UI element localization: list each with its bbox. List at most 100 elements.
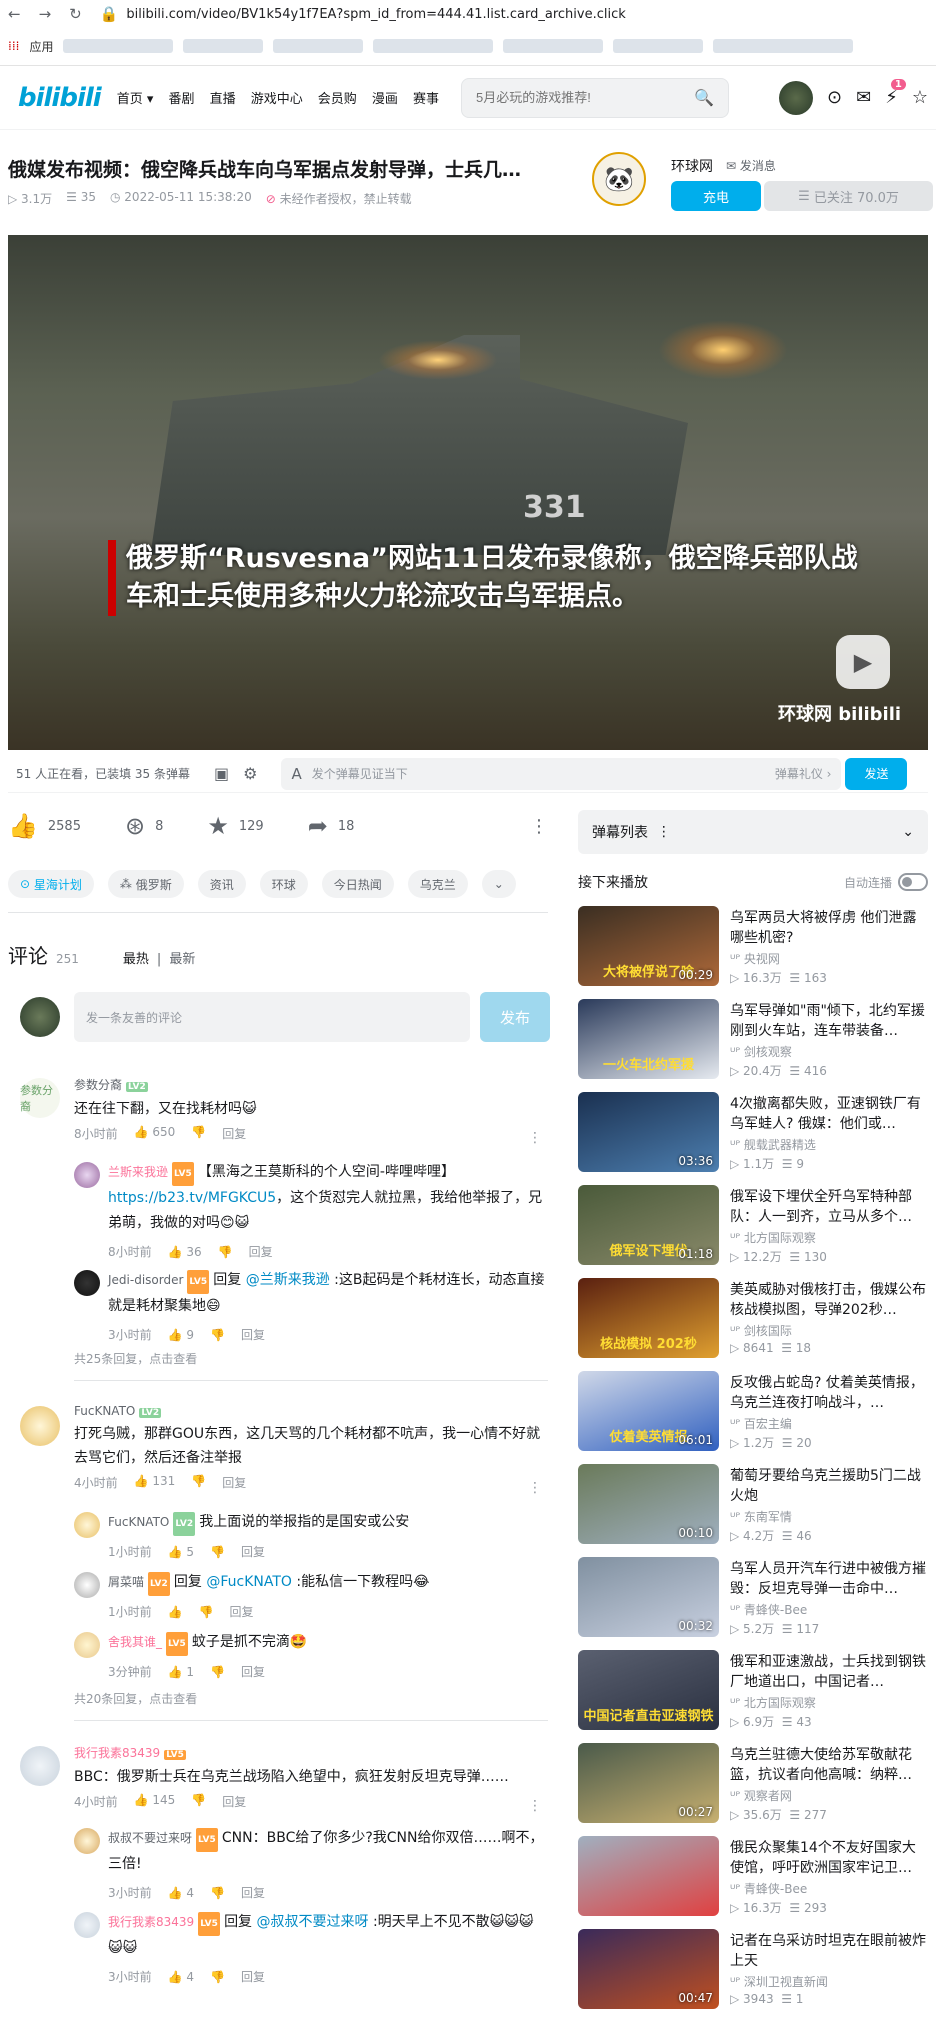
dislike-icon[interactable]: 👎 bbox=[218, 1240, 233, 1264]
mention-link[interactable]: @FucKNATO bbox=[206, 1574, 292, 1590]
bilibili-logo[interactable]: bilibili bbox=[18, 83, 102, 113]
comment-username[interactable]: 参数分裔 LV2 bbox=[74, 1076, 257, 1093]
danmaku-input[interactable]: 发个弹幕见证当下 bbox=[312, 765, 408, 782]
more-icon[interactable]: ⋮ bbox=[530, 816, 548, 837]
recommended-title[interactable]: 葡萄牙要给乌克兰援助5门二战火炮 bbox=[730, 1466, 926, 1506]
apps-label[interactable]: 应用 bbox=[29, 38, 53, 55]
recommended-video[interactable]: 00:32 乌军人员开汽车行进中被俄方摧毁：反坦克导弹一击命中… ᵁᴾ 青蜂侠-… bbox=[578, 1557, 928, 1639]
recommended-video[interactable]: 一火车北约军援 乌军导弹如"雨"倾下，北约军援刚到火车站，连车带装备… ᵁᴾ 剑… bbox=[578, 999, 928, 1081]
dislike-icon[interactable]: 👎 bbox=[191, 1474, 206, 1491]
reply-avatar[interactable] bbox=[74, 1162, 100, 1188]
uploader-avatar[interactable]: 🐼 bbox=[592, 152, 646, 206]
tag-item[interactable]: 资讯 bbox=[197, 870, 246, 898]
dynamic-icon[interactable]: ⚡ 1 bbox=[885, 79, 906, 108]
recommended-title[interactable]: 反攻俄占蛇岛? 仗着美英情报，乌克兰连夜打响战斗，… bbox=[730, 1373, 926, 1413]
recommended-uploader[interactable]: ᵁᴾ 剑核国际 bbox=[730, 1322, 792, 1339]
video-thumbnail[interactable]: 03:36 bbox=[578, 1092, 719, 1172]
reply-username[interactable]: 叔叔不要过来呀 LV5 bbox=[108, 1828, 218, 1852]
reply-avatar[interactable] bbox=[74, 1572, 100, 1598]
reply-link[interactable]: https://b23.tv/MFGKCU5 bbox=[108, 1190, 276, 1206]
recommended-uploader[interactable]: ᵁᴾ 央视网 bbox=[730, 950, 780, 967]
commenter-avatar[interactable]: 参数分裔 bbox=[20, 1078, 60, 1118]
reply-button[interactable]: 回复 bbox=[222, 1793, 246, 1810]
recommended-video[interactable]: 俄民众聚集14个不友好国家大使馆，呼吁欧洲国家牢记卫… ᵁᴾ 青蜂侠-Bee ▷… bbox=[578, 1836, 928, 1918]
forward-icon[interactable]: → bbox=[39, 5, 52, 23]
nav-item[interactable]: 漫画 bbox=[372, 92, 398, 107]
reply-button[interactable]: 回复 bbox=[241, 1660, 265, 1684]
video-thumbnail[interactable]: 00:27 bbox=[578, 1743, 719, 1823]
recommended-uploader[interactable]: ᵁᴾ 青蜂侠-Bee bbox=[730, 1880, 807, 1897]
video-player[interactable]: 331 俄罗斯“Rusvesna”网站11日发布录像称，俄空降兵部队战车和士兵使… bbox=[8, 235, 928, 750]
tag-item[interactable]: 环球 bbox=[259, 870, 308, 898]
nav-item[interactable]: 赛事 bbox=[413, 92, 439, 107]
comment-username[interactable]: 我行我素83439 LV5 bbox=[74, 1744, 548, 1761]
reply-button[interactable]: 回复 bbox=[230, 1600, 254, 1624]
reply-avatar[interactable] bbox=[74, 1632, 100, 1658]
recommended-title[interactable]: 乌军人员开汽车行进中被俄方摧毁：反坦克导弹一击命中… bbox=[730, 1559, 926, 1599]
like-icon[interactable]: 👍 36 bbox=[168, 1240, 202, 1264]
like-icon[interactable]: 👍 9 bbox=[168, 1323, 194, 1347]
mention-link[interactable]: @叔叔不要过来呀 bbox=[257, 1914, 369, 1930]
comment-username[interactable]: FucKNATO LV2 bbox=[74, 1404, 548, 1418]
recommended-title[interactable]: 美英威胁对俄核打击，俄媒公布核战模拟图，导弹202秒… bbox=[730, 1280, 926, 1320]
view-more-replies[interactable]: 共20条回复，点击查看 bbox=[74, 1690, 197, 1707]
bookmark-blurred[interactable] bbox=[613, 39, 704, 53]
bookmark-blurred[interactable] bbox=[713, 39, 854, 53]
tag-item[interactable]: ⊙ 星海计划 bbox=[8, 870, 94, 898]
like-button[interactable]: 👍 2585 bbox=[8, 812, 81, 840]
vip-icon[interactable]: ⊙ bbox=[827, 87, 842, 108]
reply-avatar[interactable] bbox=[74, 1828, 100, 1854]
tag-item[interactable]: 乌克兰 bbox=[407, 870, 468, 898]
back-icon[interactable]: ← bbox=[8, 5, 21, 23]
danmaku-toggle-icon[interactable]: ▣ bbox=[214, 764, 229, 783]
like-icon[interactable]: 👍 1 bbox=[168, 1660, 194, 1684]
recommended-title[interactable]: 俄民众聚集14个不友好国家大使馆，呼吁欧洲国家牢记卫… bbox=[730, 1838, 926, 1878]
font-style-icon[interactable]: A bbox=[291, 765, 301, 783]
apps-icon[interactable]: ⁞⁞⁞ bbox=[8, 39, 19, 53]
bookmark-blurred[interactable] bbox=[373, 39, 494, 53]
like-icon[interactable]: 👍 5 bbox=[168, 1540, 194, 1564]
dislike-icon[interactable]: 👎 bbox=[210, 1965, 225, 1989]
reply-username[interactable]: Jedi-disorder LV5 bbox=[108, 1270, 210, 1294]
reply-username[interactable]: 兰斯来我逊 LV5 bbox=[108, 1162, 194, 1186]
reply-username[interactable]: 屑菜喵 LV2 bbox=[108, 1572, 170, 1596]
reply-username[interactable]: 舍我其谁_ LV5 bbox=[108, 1632, 188, 1656]
share-button[interactable]: ➦ 18 bbox=[308, 812, 355, 840]
recommended-title[interactable]: 记者在乌采访时坦克在眼前被炸上天 bbox=[730, 1931, 926, 1971]
recommended-video[interactable]: 03:36 4次撤离都失败，亚速钢铁厂有乌军蛙人? 俄媒：他们或… ᵁᴾ 舰载武… bbox=[578, 1092, 928, 1174]
nav-item[interactable]: 游戏中心 bbox=[251, 92, 303, 107]
url-text[interactable]: bilibili.com/video/BV1k54y1f7EA?spm_id_f… bbox=[126, 7, 625, 22]
recommended-video[interactable]: 俄军设下埋伏 01:18 俄军设下埋伏全歼乌军特种部队：人一到齐，立马从多个… … bbox=[578, 1185, 928, 1267]
video-thumbnail[interactable]: 仗着美英情报 06:01 bbox=[578, 1371, 719, 1451]
mention-link[interactable]: @兰斯来我逊 bbox=[246, 1272, 330, 1288]
comment-input[interactable]: 发一条友善的评论 bbox=[74, 992, 470, 1042]
reply-button[interactable]: 回复 bbox=[249, 1240, 273, 1264]
sort-new[interactable]: 最新 bbox=[169, 948, 195, 967]
dislike-icon[interactable]: 👎 bbox=[199, 1600, 214, 1624]
search-input[interactable] bbox=[476, 90, 677, 105]
danmaku-settings-icon[interactable]: ⚙ bbox=[243, 764, 257, 783]
video-thumbnail[interactable]: 大将被俘说了啥 00:29 bbox=[578, 906, 719, 986]
recommended-uploader[interactable]: ᵁᴾ 青蜂侠-Bee bbox=[730, 1601, 807, 1618]
nav-item[interactable]: 直播 bbox=[210, 92, 236, 107]
uploader-name[interactable]: 环球网 bbox=[671, 156, 713, 176]
nav-item[interactable]: 首页 ▾ bbox=[117, 92, 154, 107]
recommended-video[interactable]: 大将被俘说了啥 00:29 乌军两员大将被俘虏 他们泄露哪些机密? ᵁᴾ 央视网… bbox=[578, 906, 928, 988]
recommended-uploader[interactable]: ᵁᴾ 东南军情 bbox=[730, 1508, 792, 1525]
recommended-title[interactable]: 俄军和亚速激战，士兵找到钢铁厂地道出口，中国记者… bbox=[730, 1652, 926, 1692]
publish-button[interactable]: 发布 bbox=[480, 992, 550, 1042]
comment-more-icon[interactable]: ⋮ bbox=[528, 1480, 542, 1496]
recommended-video[interactable]: 00:47 记者在乌采访时坦克在眼前被炸上天 ᵁᴾ 深圳卫视直新闻 ▷ 3943… bbox=[578, 1929, 928, 2011]
reply-button[interactable]: 回复 bbox=[222, 1474, 246, 1491]
comment-more-icon[interactable]: ⋮ bbox=[528, 1798, 542, 1814]
video-thumbnail[interactable] bbox=[578, 1836, 719, 1916]
commenter-avatar[interactable] bbox=[20, 1406, 60, 1446]
dislike-icon[interactable]: 👎 bbox=[210, 1323, 225, 1347]
play-icon[interactable]: ▶ bbox=[836, 635, 890, 689]
video-thumbnail[interactable]: 核战模拟 202秒 bbox=[578, 1278, 719, 1358]
dislike-icon[interactable]: 👎 bbox=[191, 1125, 206, 1142]
recommended-title[interactable]: 俄军设下埋伏全歼乌军特种部队：人一到齐，立马从多个… bbox=[730, 1187, 926, 1227]
nav-item[interactable]: 会员购 bbox=[318, 92, 357, 107]
bookmark-blurred[interactable] bbox=[503, 39, 604, 53]
reply-button[interactable]: 回复 bbox=[241, 1540, 265, 1564]
